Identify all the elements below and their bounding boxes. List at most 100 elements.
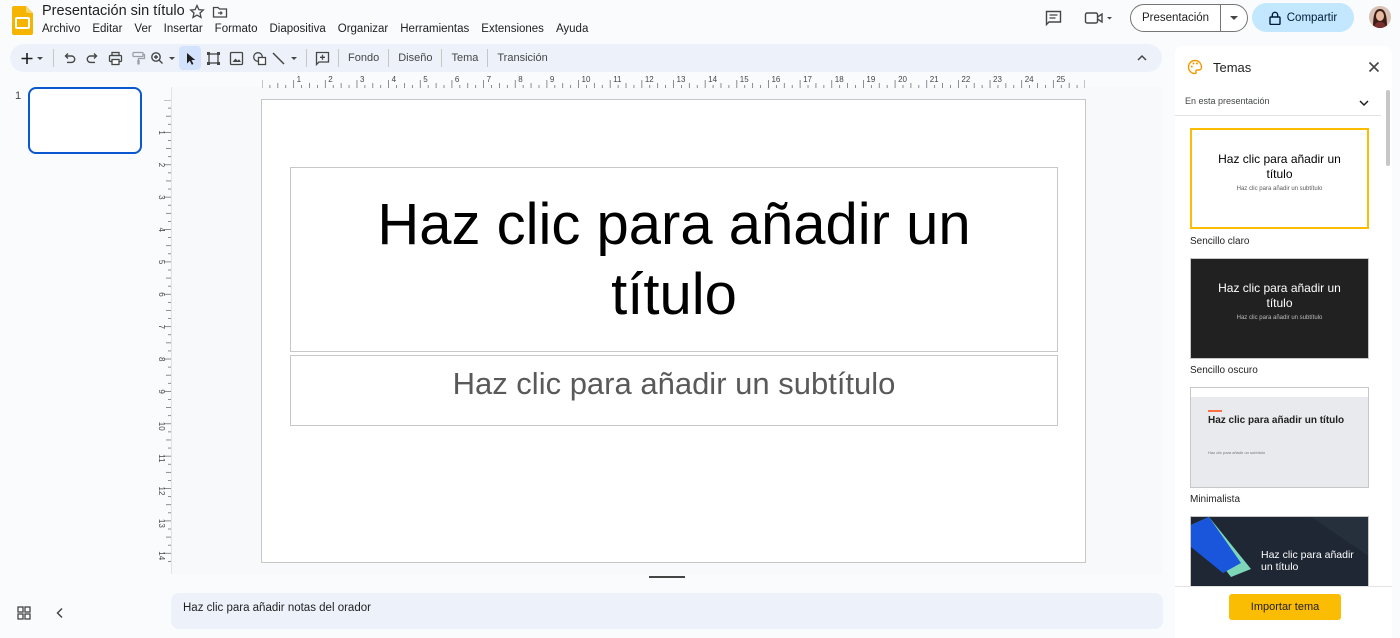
present-button[interactable]: Presentación [1131, 5, 1221, 31]
ruler-label: 13 [677, 75, 686, 84]
theme-minimalista[interactable]: Haz clic para añadir un título Haz clic … [1190, 387, 1369, 488]
toolbar-separator [487, 49, 489, 67]
menu-herramientas[interactable]: Herramientas [394, 22, 475, 36]
import-theme-button[interactable]: Importar tema [1229, 594, 1341, 620]
slide-thumbnail[interactable] [28, 87, 142, 154]
ruler-label: 4 [392, 75, 397, 84]
subtitle-placeholder[interactable]: Haz clic para añadir un subtítulo [290, 355, 1058, 426]
ruler-label: 14 [708, 75, 717, 84]
menu-archivo[interactable]: Archivo [36, 22, 86, 36]
ruler-label: 7 [157, 325, 166, 330]
fit-select-button[interactable] [202, 46, 224, 70]
zoom-button[interactable] [150, 46, 178, 70]
ruler-label: 6 [455, 75, 460, 84]
ruler-label: 7 [487, 75, 492, 84]
ruler-label: 22 [961, 75, 970, 84]
ruler-label: 5 [423, 75, 428, 84]
ruler-label: 9 [550, 75, 555, 84]
menu-organizar[interactable]: Organizar [332, 22, 395, 36]
theme-button[interactable]: Tema [446, 46, 483, 70]
menu-extensiones[interactable]: Extensiones [475, 22, 550, 36]
add-comment-button[interactable] [311, 46, 333, 70]
theme-name: Minimalista [1190, 494, 1241, 505]
theme-sencillo-claro[interactable]: Haz clic para añadir un título Haz clic … [1190, 128, 1369, 229]
grid-view-icon[interactable] [17, 606, 31, 620]
themes-panel: Temas En esta presentación Haz clic para… [1175, 46, 1392, 638]
ruler-label: 4 [157, 228, 166, 233]
paint-format-icon [131, 51, 145, 64]
menu-ver[interactable]: Ver [128, 22, 157, 36]
ruler-label: 16 [771, 75, 780, 84]
theme-preview-title: Haz clic para añadir un título [1261, 549, 1354, 573]
insert-line-button[interactable] [271, 46, 301, 70]
chevron-left-icon[interactable] [53, 606, 67, 620]
menu-editar[interactable]: Editar [86, 22, 128, 36]
chevron-down-icon [1359, 100, 1369, 107]
document-title[interactable]: Presentación sin título [42, 3, 185, 19]
toolbar-separator [388, 49, 390, 67]
vertical-ruler[interactable]: 1234567891011121314 [155, 100, 171, 563]
star-icon[interactable] [189, 4, 205, 20]
ruler-label: 10 [157, 422, 166, 431]
notes-resize-handle[interactable] [649, 576, 685, 578]
redo-button[interactable] [81, 46, 103, 70]
header: Presentación sin título Archivo Editar V… [0, 0, 1400, 42]
slides-logo-icon[interactable] [12, 6, 33, 35]
themes-panel-title: Temas [1213, 60, 1252, 75]
frame-select-icon [206, 51, 220, 65]
ruler-label: 2 [328, 75, 333, 84]
palette-icon [1187, 59, 1203, 75]
line-icon [272, 51, 297, 65]
ruler-label: 13 [157, 519, 166, 528]
ruler-label: 21 [930, 75, 939, 84]
move-folder-icon[interactable] [212, 4, 228, 20]
toolbar-separator [441, 49, 443, 67]
paint-format-button[interactable] [127, 46, 149, 70]
menu-formato[interactable]: Formato [209, 22, 264, 36]
horizontal-ruler[interactable]: 1 2 3 4 5 6 7 8 9 10 11 12 13 14 15 16 17 18 19 20 21 22 23 24 2… [262, 72, 1085, 88]
menu-insertar[interactable]: Insertar [158, 22, 209, 36]
background-button[interactable]: Fondo [343, 46, 384, 70]
redo-icon [86, 52, 97, 63]
insert-shape-button[interactable] [248, 46, 270, 70]
avatar[interactable] [1369, 6, 1391, 28]
menu-diapositiva[interactable]: Diapositiva [264, 22, 332, 36]
transition-button[interactable]: Transición [492, 46, 552, 70]
share-button[interactable]: Compartir [1252, 3, 1354, 32]
cursor-icon [186, 52, 195, 65]
ruler-label: 9 [157, 389, 166, 394]
new-slide-button[interactable] [18, 46, 48, 70]
theme-preview-subtitle: Haz clic para añadir un subtítulo [1236, 186, 1323, 192]
slide-number: 1 [15, 90, 22, 102]
theme-preview-title: Haz clic para añadir un título [1218, 152, 1341, 181]
chevron-up-icon[interactable] [1134, 50, 1150, 66]
ruler-label: 6 [157, 292, 166, 297]
comments-icon[interactable] [1045, 10, 1062, 26]
panel-scrollbar[interactable] [1386, 90, 1390, 166]
ruler-label: 15 [740, 75, 749, 84]
undo-button[interactable] [58, 46, 80, 70]
title-placeholder[interactable]: Haz clic para añadir un título [290, 167, 1058, 352]
theme-dark-geometric[interactable]: Haz clic para añadir un título [1190, 516, 1369, 588]
theme-preview-accent [1208, 410, 1222, 412]
lock-icon [1269, 11, 1281, 25]
select-tool-button[interactable] [179, 46, 201, 70]
ruler-label: 8 [518, 75, 523, 84]
layout-button[interactable]: Diseño [393, 46, 437, 70]
insert-image-button[interactable] [225, 46, 247, 70]
menu-ayuda[interactable]: Ayuda [550, 22, 594, 36]
ruler-label: 12 [157, 487, 166, 496]
ruler-label: 1 [157, 130, 166, 135]
ruler-label: 3 [157, 195, 166, 200]
theme-sencillo-oscuro[interactable]: Haz clic para añadir un título Haz clic … [1190, 258, 1369, 359]
undo-icon [64, 52, 75, 63]
speaker-notes[interactable]: Haz clic para añadir notas del orador [171, 593, 1163, 629]
close-icon[interactable] [1367, 60, 1381, 74]
toolbar: Fondo Diseño Tema Transición [10, 44, 1162, 72]
meet-icon[interactable] [1084, 10, 1114, 26]
zoom-icon [151, 51, 175, 64]
print-button[interactable] [104, 46, 126, 70]
themes-filter-dropdown[interactable]: En esta presentación [1175, 90, 1381, 116]
theme-preview-subtitle: Haz clic para añadir un subtítulo [1236, 315, 1323, 321]
present-options-button[interactable] [1221, 5, 1247, 31]
